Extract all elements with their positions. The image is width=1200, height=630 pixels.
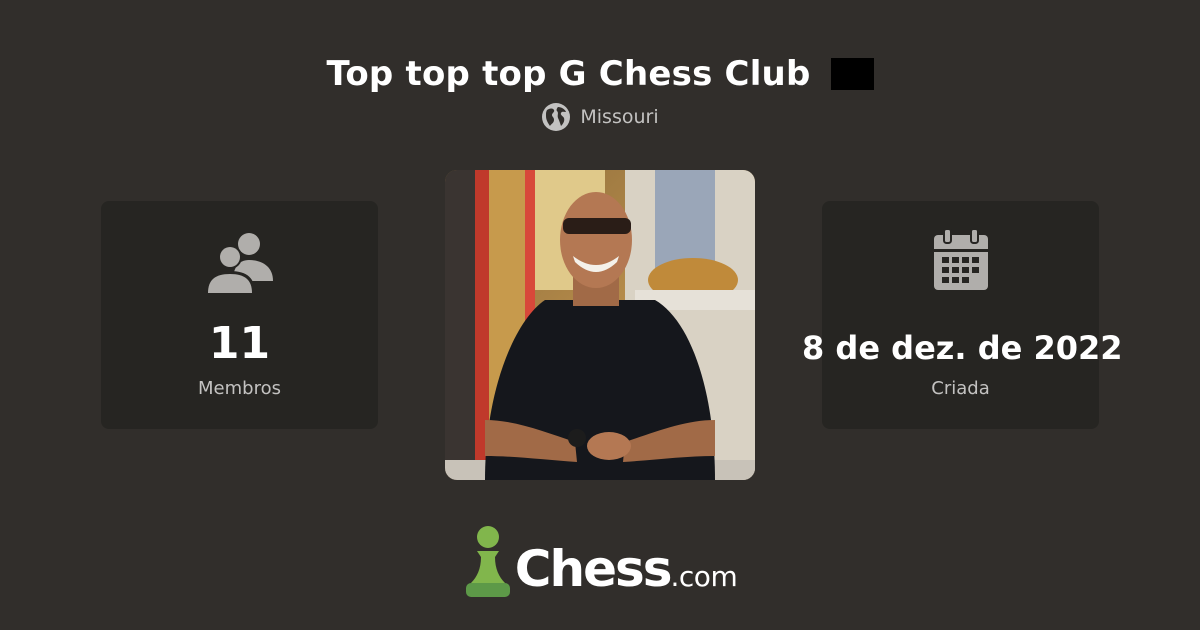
members-icon <box>204 233 273 293</box>
members-card: 11 Membros <box>101 201 378 429</box>
calendar-icon <box>933 229 988 290</box>
members-count: 11 <box>208 318 271 369</box>
location-text: Missouri <box>580 106 659 128</box>
club-avatar <box>445 170 755 480</box>
club-avatar-photo <box>445 170 755 480</box>
globe-icon <box>542 103 571 131</box>
members-label: Membros <box>198 378 281 399</box>
country-flag-icon <box>830 58 874 90</box>
pawn-icon <box>465 526 510 597</box>
created-date: 8 de dez. de 2022 <box>802 329 1123 367</box>
created-label: Criada <box>931 378 990 399</box>
brand-suffix: .com <box>670 560 738 593</box>
club-location: Missouri <box>0 102 1200 132</box>
chess-com-logo[interactable]: Chess .com <box>0 525 1200 599</box>
brand-name: Chess <box>514 540 673 598</box>
club-title: Top top top G Chess Club <box>326 54 811 94</box>
brand-wordmark: Chess .com <box>514 539 738 599</box>
created-card: 8 de dez. de 2022 Criada <box>802 201 1123 429</box>
club-header: Top top top G Chess Club <box>0 52 1200 96</box>
